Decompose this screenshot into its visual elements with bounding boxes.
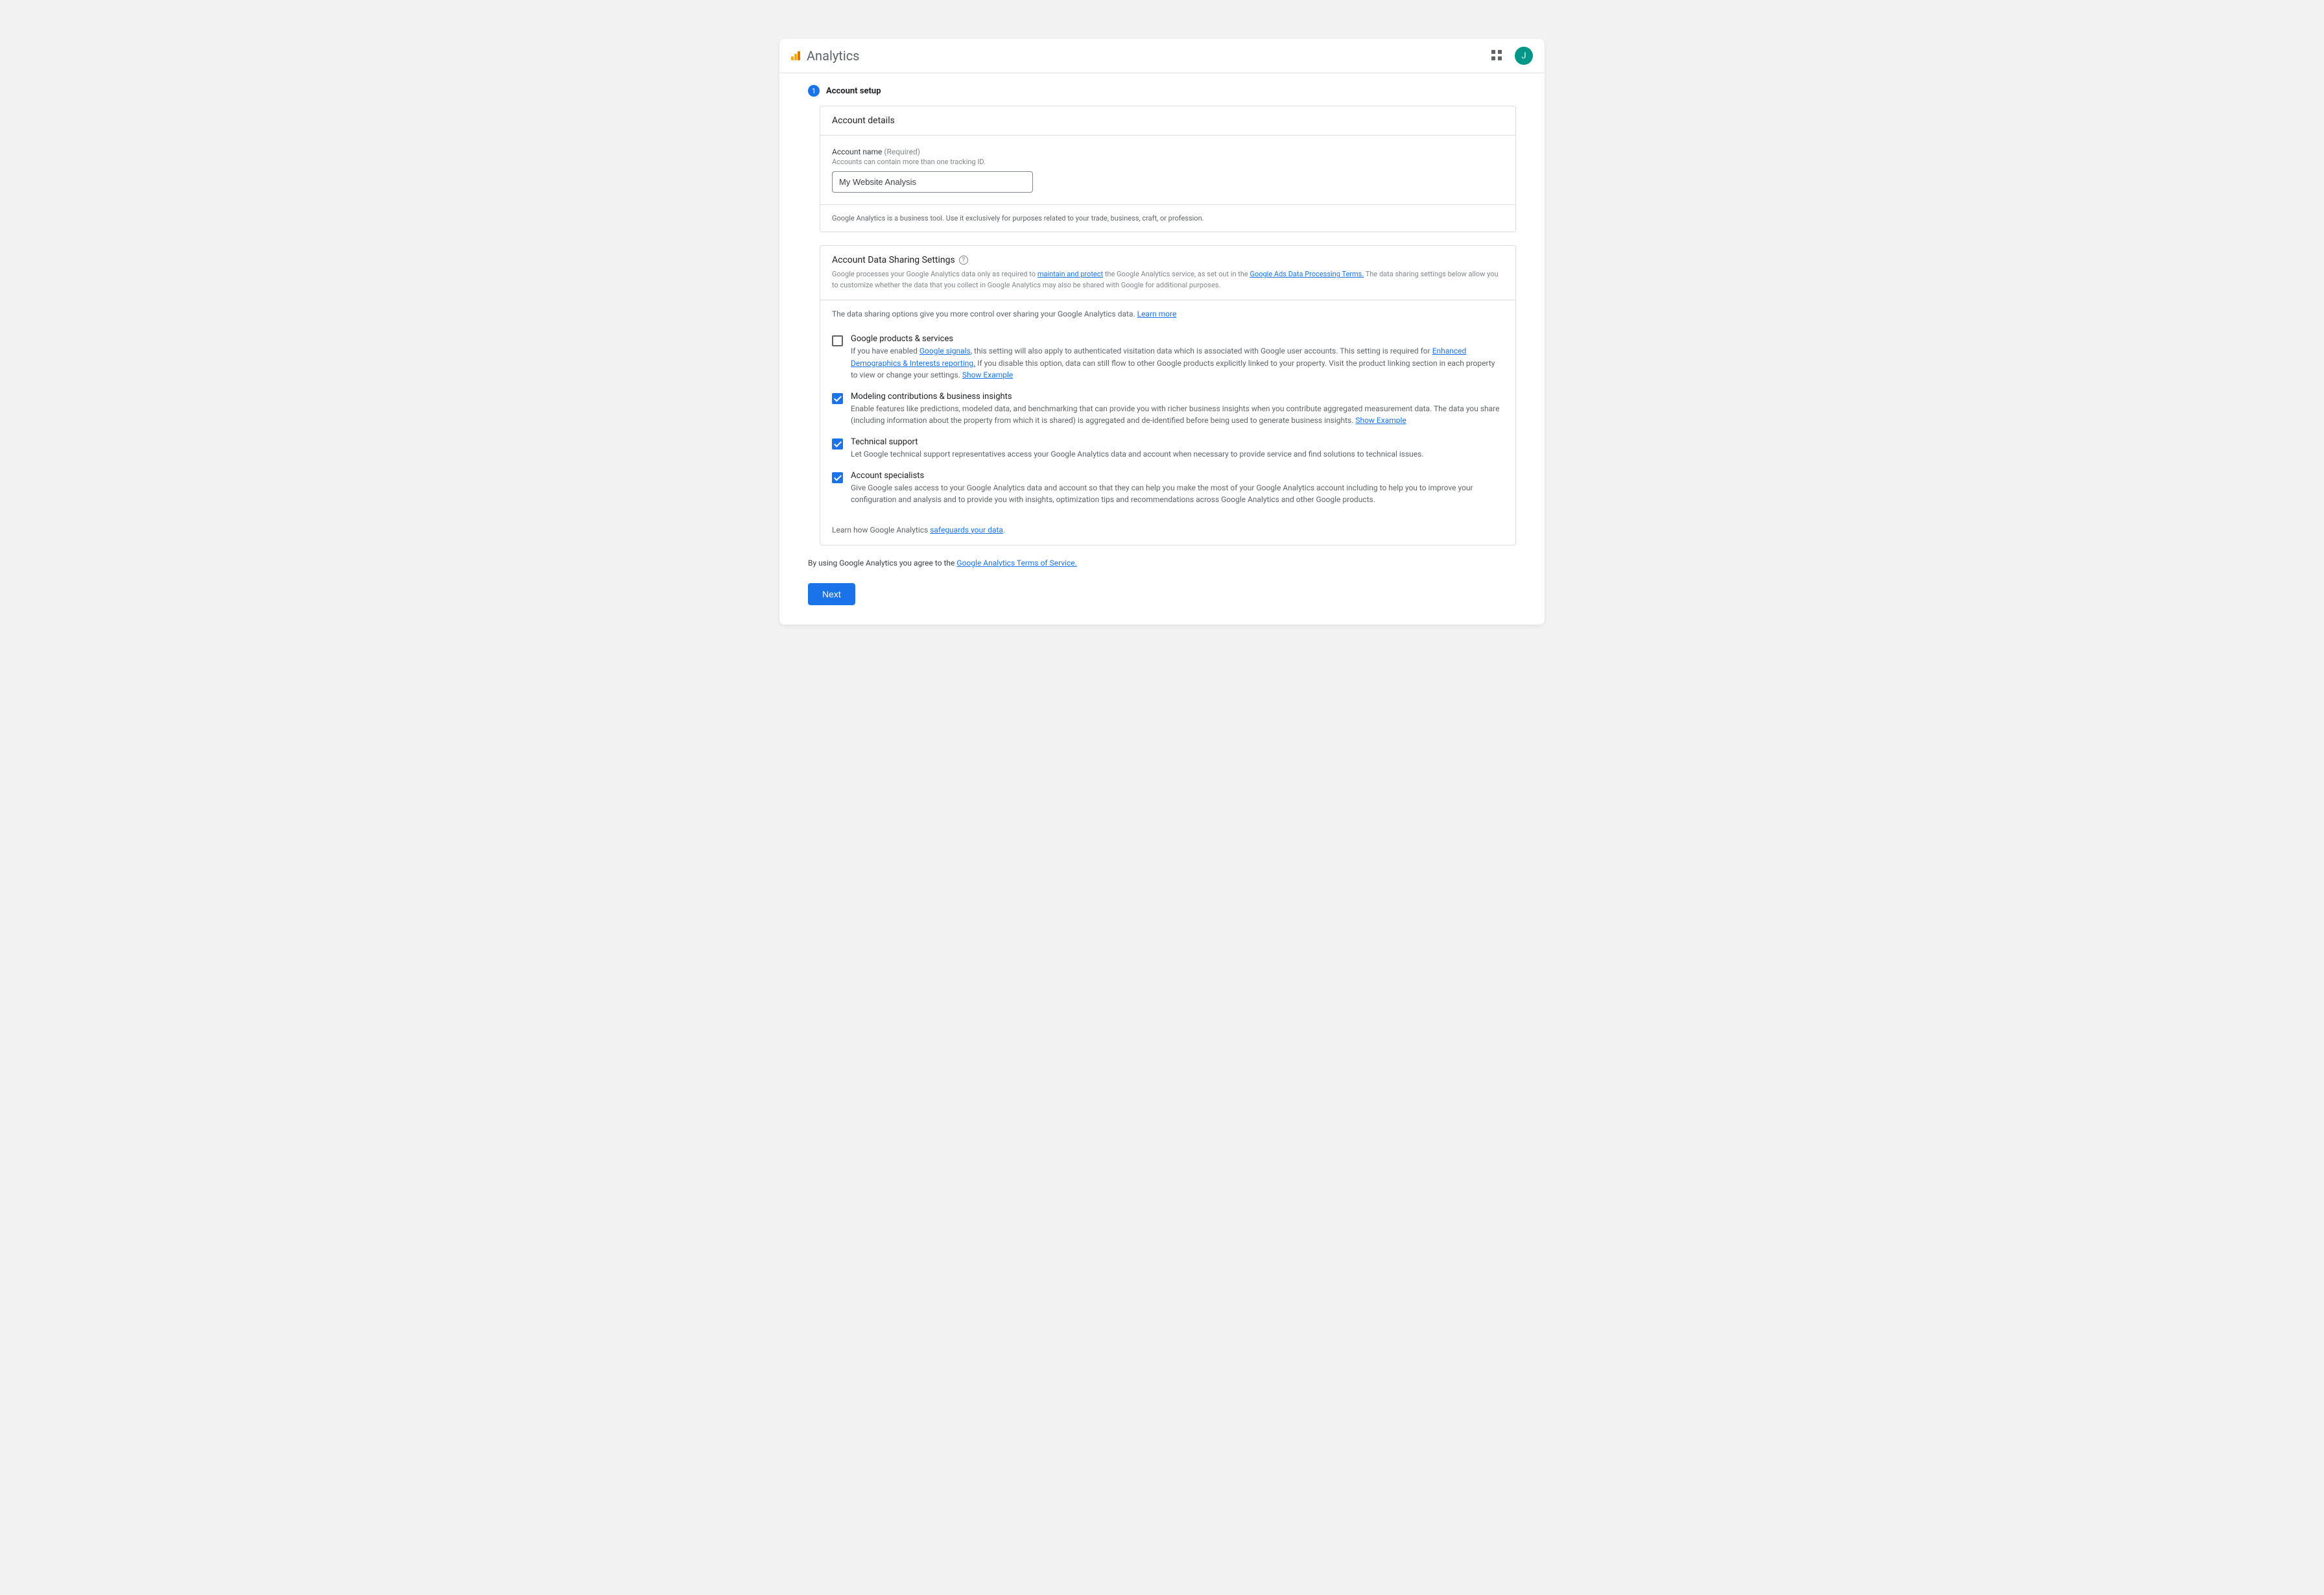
account-name-label: Account name (Required) xyxy=(832,147,1504,156)
checkbox-tech-support[interactable] xyxy=(832,438,843,450)
checkbox-modeling[interactable] xyxy=(832,393,843,404)
checkbox-products[interactable] xyxy=(832,335,843,346)
learn-more-link[interactable]: Learn more xyxy=(1137,309,1177,318)
checkbox-desc: Let Google technical support representat… xyxy=(851,448,1504,461)
stepper-step-1: 1 Account setup xyxy=(808,85,1516,97)
analytics-logo-icon xyxy=(791,51,800,60)
app-title: Analytics xyxy=(807,48,860,64)
checkbox-desc: Give Google sales access to your Google … xyxy=(851,482,1504,506)
apps-grid-icon[interactable] xyxy=(1491,50,1503,62)
app-window: Analytics J 1 Account setup Account deta… xyxy=(779,39,1545,625)
terms-agree-line: By using Google Analytics you agree to t… xyxy=(808,558,1516,568)
account-details-card: Account details Account name (Required) … xyxy=(820,106,1516,232)
checkbox-row-tech-support: Technical support Let Google technical s… xyxy=(832,437,1504,461)
checkbox-title: Modeling contributions & business insigh… xyxy=(851,392,1504,402)
step-number-badge: 1 xyxy=(808,85,820,97)
safeguards-footnote: Learn how Google Analytics safeguards yo… xyxy=(820,525,1515,545)
checkbox-row-account-specialists: Account specialists Give Google sales ac… xyxy=(832,471,1504,506)
account-details-title: Account details xyxy=(820,106,1515,136)
next-button[interactable]: Next xyxy=(808,583,855,605)
show-example-link[interactable]: Show Example xyxy=(1355,416,1406,425)
help-icon[interactable]: ? xyxy=(959,256,968,265)
options-lead: The data sharing options give you more c… xyxy=(820,300,1515,328)
step-label: Account setup xyxy=(826,86,881,96)
topbar: Analytics J xyxy=(779,39,1545,73)
checkbox-row-modeling: Modeling contributions & business insigh… xyxy=(832,392,1504,427)
maintain-protect-link[interactable]: maintain and protect xyxy=(1038,270,1103,278)
checkbox-title: Technical support xyxy=(851,437,1504,447)
data-sharing-desc: Google processes your Google Analytics d… xyxy=(820,269,1515,300)
avatar[interactable]: J xyxy=(1515,47,1533,65)
checkbox-account-specialists[interactable] xyxy=(832,472,843,483)
checkbox-row-products: Google products & services If you have e… xyxy=(832,334,1504,381)
google-signals-link[interactable]: Google signals xyxy=(919,346,971,355)
safeguards-link[interactable]: safeguards your data xyxy=(930,525,1003,534)
checkbox-title: Google products & services xyxy=(851,334,1504,344)
data-sharing-card: Account Data Sharing Settings ? Google p… xyxy=(820,245,1516,546)
ads-terms-link[interactable]: Google Ads Data Processing Terms. xyxy=(1250,270,1364,278)
terms-of-service-link[interactable]: Google Analytics Terms of Service. xyxy=(956,558,1076,568)
checkbox-list: Google products & services If you have e… xyxy=(820,334,1515,525)
checkbox-title: Account specialists xyxy=(851,471,1504,481)
account-name-hint: Accounts can contain more than one track… xyxy=(832,158,1504,166)
show-example-link[interactable]: Show Example xyxy=(962,370,1013,379)
checkbox-desc: If you have enabled Google signals, this… xyxy=(851,345,1504,381)
data-sharing-title: Account Data Sharing Settings ? xyxy=(820,246,1515,269)
checkbox-desc: Enable features like predictions, modele… xyxy=(851,403,1504,427)
business-tool-disclaimer: Google Analytics is a business tool. Use… xyxy=(820,204,1515,232)
account-name-input[interactable] xyxy=(832,171,1033,193)
content-area: 1 Account setup Account details Account … xyxy=(779,73,1545,625)
